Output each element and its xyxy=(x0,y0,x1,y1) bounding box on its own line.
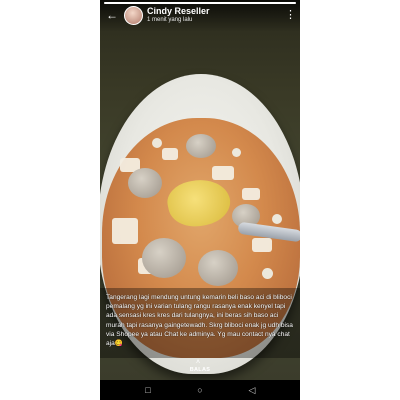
bead xyxy=(152,138,162,148)
story-header: ← Cindy Reseller 1 menit yang lalu ⋮ xyxy=(100,0,300,32)
triangle-back-icon[interactable]: ◁ xyxy=(246,384,258,396)
more-vert-icon[interactable]: ⋮ xyxy=(285,8,296,22)
bead xyxy=(272,214,282,224)
back-arrow-icon[interactable]: ← xyxy=(106,9,118,21)
story-progress-bar xyxy=(104,2,296,4)
navigation-bar: □ ○ ◁ xyxy=(100,380,300,400)
tofu xyxy=(242,188,260,200)
story-progress-fill xyxy=(104,2,296,4)
user-name[interactable]: Cindy Reseller xyxy=(147,6,210,16)
bead xyxy=(232,148,241,157)
reply-button[interactable]: BALAS xyxy=(188,367,212,373)
square-icon[interactable]: □ xyxy=(142,384,154,396)
tofu xyxy=(112,218,138,244)
posted-time: 1 menit yang lalu xyxy=(147,17,193,23)
circle-icon[interactable]: ○ xyxy=(194,384,206,396)
meatball xyxy=(128,168,162,198)
meatball xyxy=(186,134,216,158)
tofu xyxy=(252,238,272,252)
meatball xyxy=(142,238,186,278)
caption-box: Tangerang lagi mendung untung kemarin be… xyxy=(100,288,300,358)
bead xyxy=(262,268,273,279)
status-viewer: ← Cindy Reseller 1 menit yang lalu ⋮ Tan… xyxy=(100,0,300,400)
caption-text: Tangerang lagi mendung untung kemarin be… xyxy=(106,294,293,348)
tofu xyxy=(162,148,178,160)
chevron-up-icon[interactable]: ˄ xyxy=(196,359,200,366)
meatball xyxy=(198,250,238,286)
tofu xyxy=(212,166,234,180)
avatar[interactable] xyxy=(124,6,143,25)
